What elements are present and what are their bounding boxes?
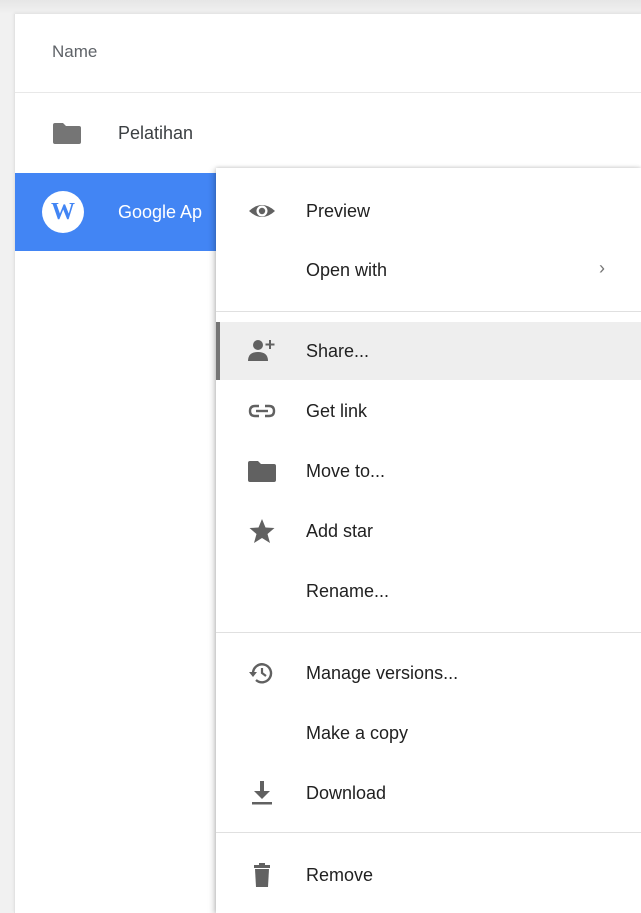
folder-icon [53, 123, 81, 144]
menu-item-download[interactable]: Download [216, 764, 641, 822]
menu-divider [216, 311, 641, 312]
menu-item-preview[interactable]: Preview [216, 182, 641, 240]
menu-item-label: Make a copy [306, 723, 409, 743]
trash-icon [254, 863, 270, 887]
menu-item-remove[interactable]: Remove [216, 846, 641, 904]
eye-icon [249, 205, 275, 217]
file-row-label: Google Ap [118, 202, 203, 222]
menu-divider [216, 832, 641, 833]
top-shadow [0, 0, 641, 14]
column-header-name[interactable]: Name [52, 42, 97, 62]
context-menu: Preview Open with › Share... Get link Mo… [216, 168, 641, 913]
menu-item-add-star[interactable]: Add star [216, 502, 641, 560]
folder-icon [248, 461, 276, 482]
menu-item-make-a-copy[interactable]: Make a copy [216, 704, 641, 762]
menu-item-label: Rename... [306, 581, 390, 601]
menu-item-share[interactable]: Share... [216, 322, 641, 380]
menu-item-label: Manage versions... [306, 663, 459, 683]
menu-item-label: Remove [306, 865, 374, 885]
file-list-header: Name [15, 14, 641, 93]
chevron-right-icon: › [599, 258, 605, 278]
menu-item-label: Preview [306, 201, 371, 221]
download-icon [252, 781, 272, 805]
add-person-icon [248, 340, 275, 361]
file-row-pelatihan[interactable]: Pelatihan [15, 93, 641, 171]
menu-item-label: Open with [306, 260, 388, 280]
menu-item-move-to[interactable]: Move to... [216, 442, 641, 500]
menu-item-open-with[interactable]: Open with › [216, 241, 641, 299]
link-icon [248, 404, 276, 418]
menu-item-rename[interactable]: Rename... [216, 562, 641, 620]
menu-item-manage-versions[interactable]: Manage versions... [216, 644, 641, 702]
menu-item-label: Share... [306, 341, 370, 361]
word-doc-icon: W [42, 191, 84, 233]
history-icon [249, 663, 273, 684]
menu-item-label: Download [306, 783, 387, 803]
menu-divider [216, 632, 641, 633]
star-icon [249, 519, 275, 543]
menu-item-label: Get link [306, 401, 368, 421]
menu-item-get-link[interactable]: Get link [216, 382, 641, 440]
file-row-label: Pelatihan [118, 123, 194, 143]
menu-item-label: Move to... [306, 461, 386, 481]
menu-item-label: Add star [306, 521, 374, 541]
